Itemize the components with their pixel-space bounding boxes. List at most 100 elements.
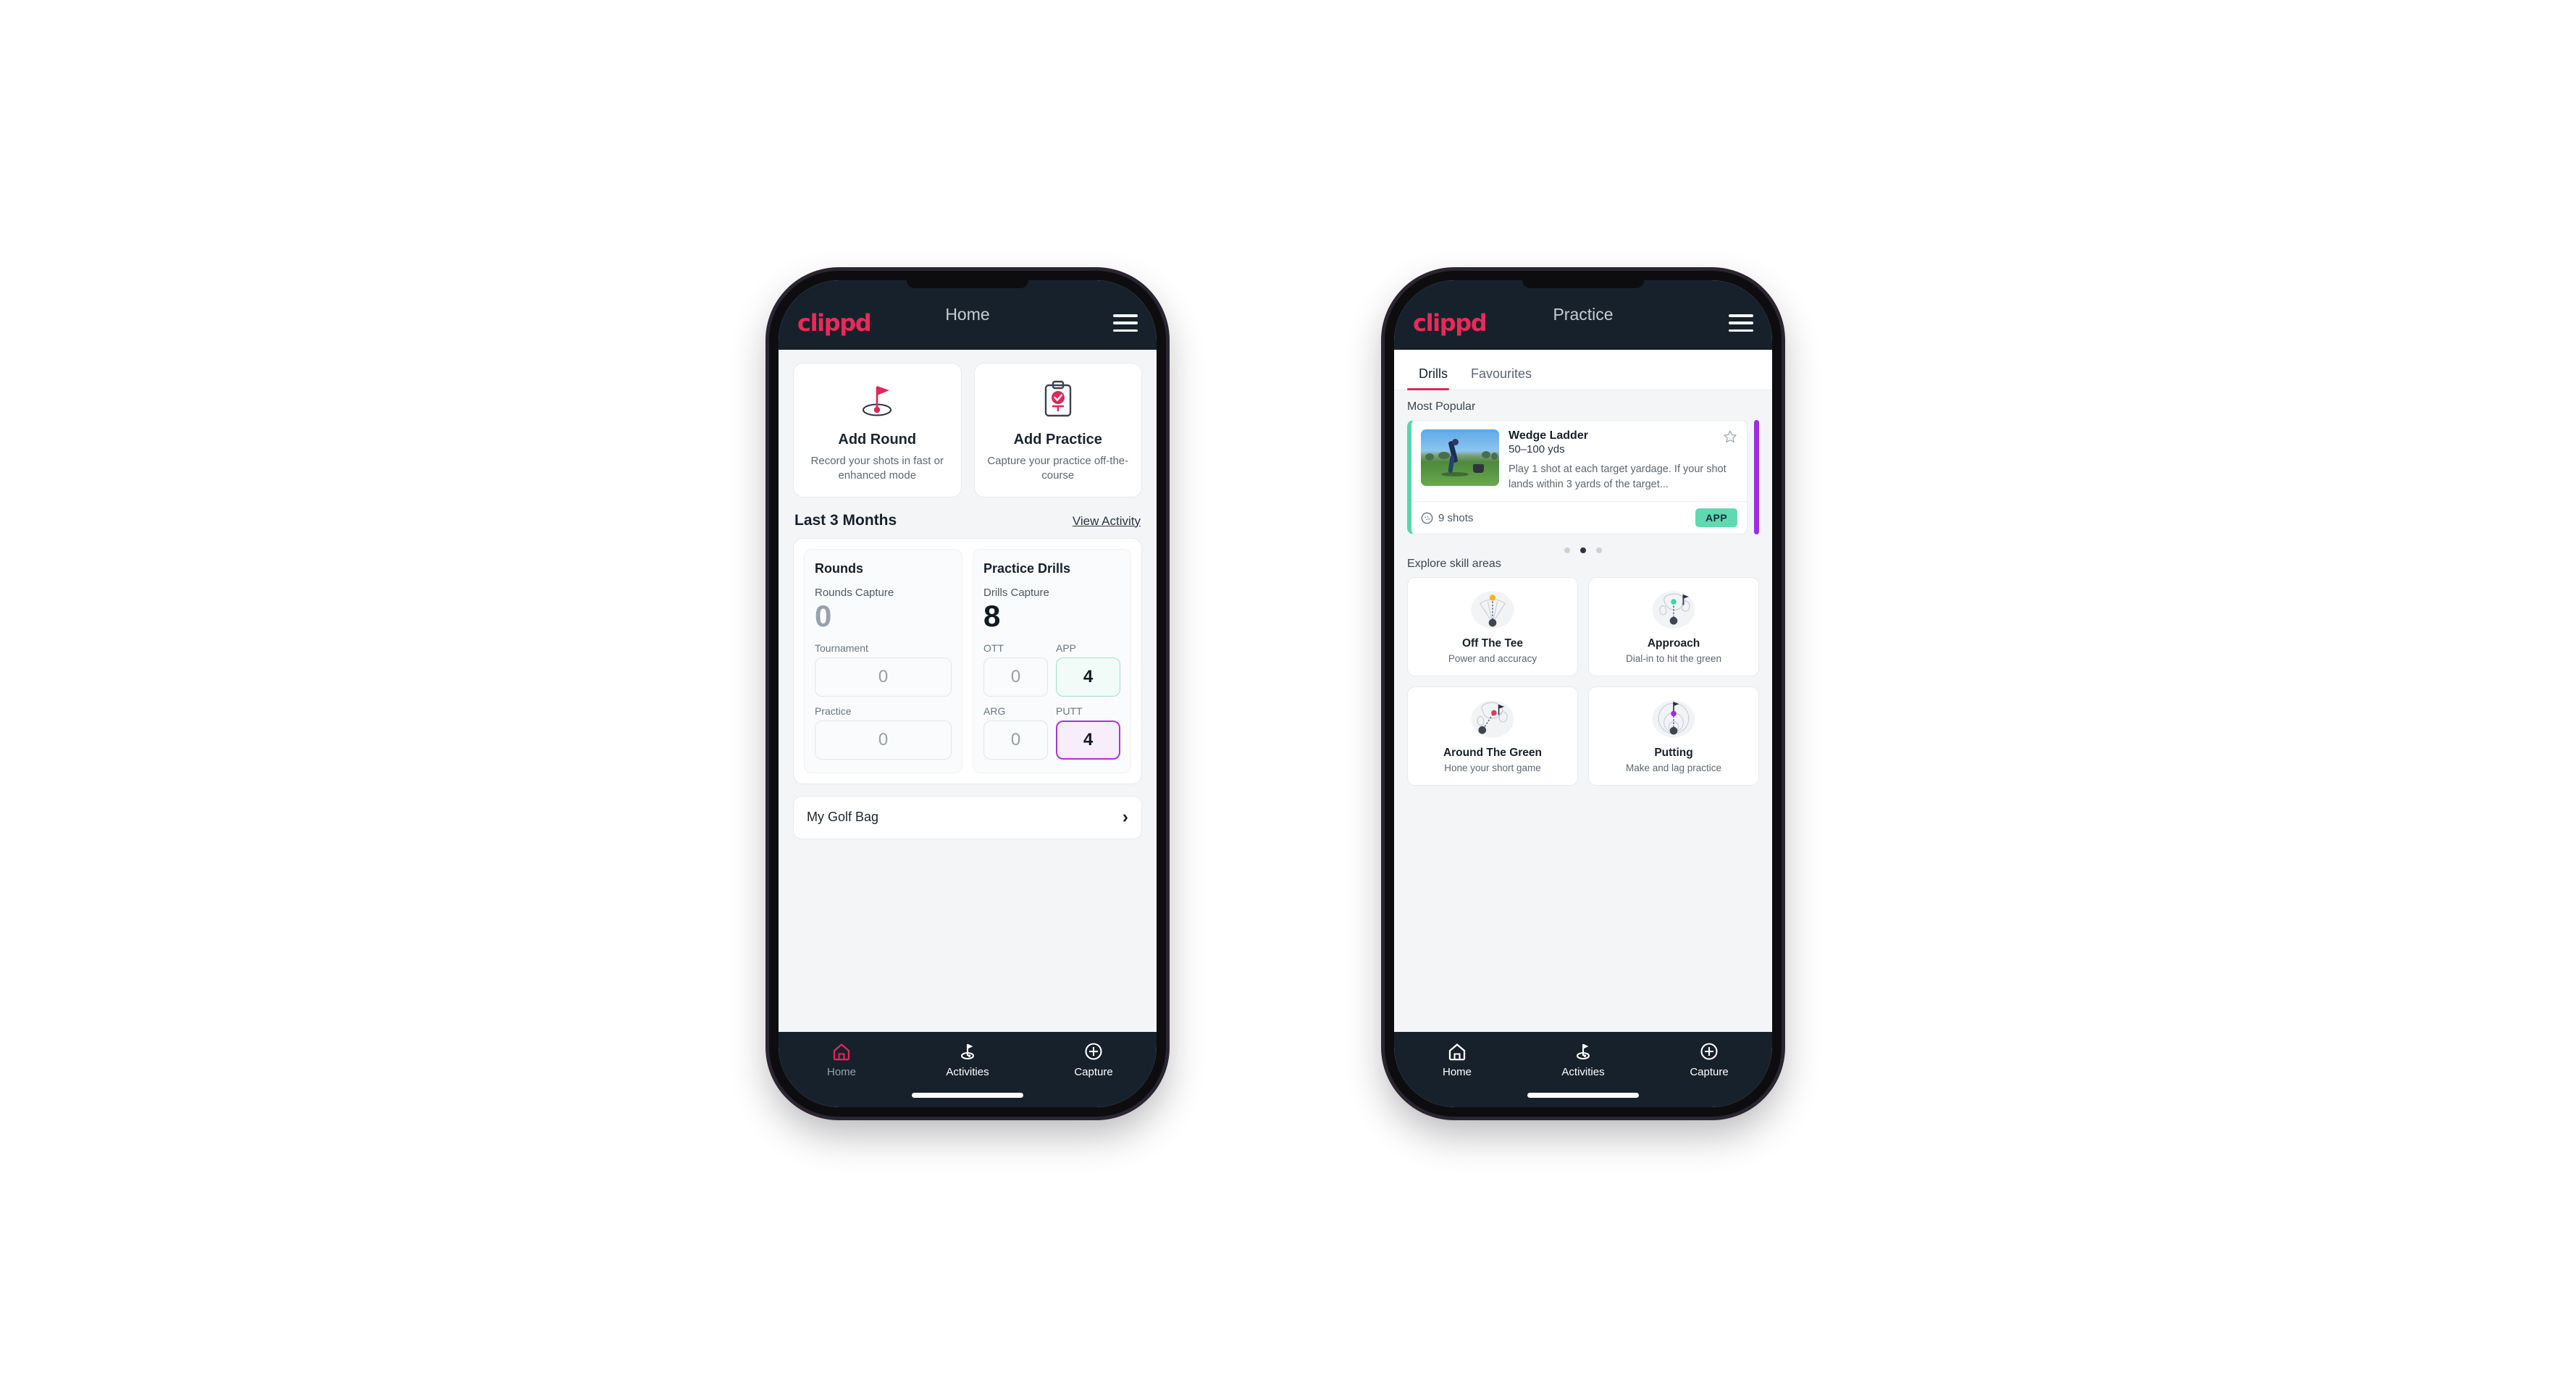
drill-shots: 9 shots xyxy=(1421,512,1473,524)
last-3-months-header: Last 3 Months View Activity xyxy=(779,497,1157,538)
app-value[interactable]: 4 xyxy=(1056,657,1120,697)
chip-green-icon xyxy=(1471,700,1514,738)
home-bottom-nav: Home Activities Capture xyxy=(779,1032,1157,1107)
nav-item-home[interactable]: Home xyxy=(779,1042,905,1078)
home-icon xyxy=(833,1043,850,1061)
add-round-subtitle: Record your shots in fast or enhanced mo… xyxy=(810,455,944,482)
view-activity-link[interactable]: View Activity xyxy=(1073,514,1141,529)
practice-bottom-nav: Home Activities Capture xyxy=(1394,1032,1772,1107)
clipboard-check-icon xyxy=(1040,378,1076,421)
nav-item-capture[interactable]: Capture xyxy=(1646,1042,1772,1078)
drill-shots-label: 9 shots xyxy=(1438,511,1474,524)
star-outline-icon[interactable] xyxy=(1723,429,1737,444)
app-label: APP xyxy=(1056,642,1077,654)
carousel-dots xyxy=(1407,534,1759,558)
add-round-title: Add Round xyxy=(838,432,917,448)
hamburger-icon[interactable] xyxy=(1729,314,1753,332)
golf-flag-icon xyxy=(1577,1043,1590,1059)
home-content: Add Round Record your shots in fast or e… xyxy=(779,350,1157,1032)
drill-carousel: Wedge Ladder 50–100 yds Play 1 shot at e… xyxy=(1407,420,1759,535)
putt-value[interactable]: 4 xyxy=(1056,720,1120,760)
skill-sub-off-the-tee: Power and accuracy xyxy=(1448,653,1537,665)
golf-ball-icon xyxy=(1421,512,1433,524)
practice-appbar: clippd Practice xyxy=(1394,280,1772,350)
nav-item-home[interactable]: Home xyxy=(1394,1042,1520,1078)
tee-shot-icon xyxy=(1471,591,1514,629)
tournament-label: Tournament xyxy=(815,642,868,654)
nav-item-activities[interactable]: Activities xyxy=(1520,1042,1646,1078)
drill-card-wedge-ladder[interactable]: Wedge Ladder 50–100 yds Play 1 shot at e… xyxy=(1407,420,1748,535)
most-popular-heading: Most Popular xyxy=(1407,400,1476,413)
skill-sub-putting: Make and lag practice xyxy=(1625,763,1722,774)
home-appbar: clippd Home xyxy=(779,280,1157,350)
drills-heading: Practice Drills xyxy=(983,560,1071,576)
carousel-dot-1[interactable] xyxy=(1564,547,1570,554)
rounds-capture-label: Rounds Capture xyxy=(815,586,894,599)
explore-skill-areas-heading: Explore skill areas xyxy=(1407,558,1501,571)
skill-name-putting: Putting xyxy=(1654,747,1693,760)
golf-flag-icon xyxy=(857,378,897,421)
chevron-right-icon: › xyxy=(1122,807,1128,828)
nav-label-activities: Activities xyxy=(946,1066,989,1078)
skill-sub-approach: Dial-in to hit the green xyxy=(1625,653,1722,665)
ott-label: OTT xyxy=(983,642,1004,654)
home-indicator xyxy=(1527,1093,1639,1098)
rounds-capture-value: 0 xyxy=(815,598,832,633)
plus-circle-icon xyxy=(1085,1043,1102,1060)
clippd-logo[interactable]: clippd xyxy=(1413,311,1488,335)
skill-card-off-the-tee[interactable]: Off The Tee Power and accuracy xyxy=(1407,577,1578,677)
nav-item-activities[interactable]: Activities xyxy=(905,1042,1031,1078)
ott-value[interactable]: 0 xyxy=(983,657,1048,697)
practice-value[interactable]: 0 xyxy=(815,720,952,760)
skill-name-approach: Approach xyxy=(1647,637,1700,650)
nav-label-home: Home xyxy=(1442,1066,1472,1078)
skill-card-putting[interactable]: Putting Make and lag practice xyxy=(1588,686,1759,786)
drills-capture-label: Drills Capture xyxy=(983,586,1049,599)
add-round-card[interactable]: Add Round Record your shots in fast or e… xyxy=(793,363,962,497)
quick-actions-row: Add Round Record your shots in fast or e… xyxy=(779,350,1157,497)
section-title: Last 3 Months xyxy=(794,511,897,529)
carousel-dot-2[interactable] xyxy=(1580,547,1586,554)
nav-item-capture[interactable]: Capture xyxy=(1031,1042,1157,1078)
tab-drills[interactable]: Drills xyxy=(1407,366,1459,390)
carousel-dot-3[interactable] xyxy=(1596,547,1602,554)
drill-title: Wedge Ladder xyxy=(1509,429,1588,442)
home-icon xyxy=(1448,1043,1466,1061)
nav-label-activities: Activities xyxy=(1561,1066,1605,1078)
skill-card-around-the-green[interactable]: Around The Green Hone your short game xyxy=(1407,686,1578,786)
golf-flag-icon xyxy=(961,1043,974,1059)
practice-content: Most Popular Wedge Ladder 50–100 yds Pla… xyxy=(1394,390,1772,1032)
drill-skill-badge: APP xyxy=(1695,508,1737,528)
rounds-heading: Rounds xyxy=(815,560,863,576)
drills-capture-value: 8 xyxy=(983,598,1001,633)
practice-screen: clippd Practice Drills Favourites Most P… xyxy=(1394,280,1772,1107)
skill-name-around-the-green: Around The Green xyxy=(1443,747,1543,760)
skill-card-approach[interactable]: Approach Dial-in to hit the green xyxy=(1588,577,1759,677)
my-golf-bag-row[interactable]: My Golf Bag › xyxy=(793,795,1142,839)
nav-label-capture: Capture xyxy=(1074,1066,1113,1078)
drill-card-next-peek[interactable] xyxy=(1754,420,1759,535)
device-notch xyxy=(1522,280,1644,288)
nav-label-home: Home xyxy=(826,1066,856,1078)
tournament-value[interactable]: 0 xyxy=(815,657,952,697)
tab-favourites[interactable]: Favourites xyxy=(1459,366,1543,390)
home-indicator xyxy=(912,1093,1023,1098)
phone-device-home: clippd Home Add Round Record your shots … xyxy=(769,271,1166,1117)
practice-drills-panel: Practice Drills Drills Capture 8 OTT 0 A… xyxy=(973,548,1131,773)
clippd-logo[interactable]: clippd xyxy=(797,311,872,335)
putting-rings-icon xyxy=(1652,700,1695,738)
phone-device-practice: clippd Practice Drills Favourites Most P… xyxy=(1385,271,1782,1117)
add-practice-card[interactable]: Add Practice Capture your practice off-t… xyxy=(973,363,1142,497)
nav-label-capture: Capture xyxy=(1690,1066,1729,1078)
arg-value[interactable]: 0 xyxy=(983,720,1048,760)
plus-circle-icon xyxy=(1700,1043,1718,1060)
practice-tabs: Drills Favourites xyxy=(1394,350,1772,390)
hamburger-icon[interactable] xyxy=(1113,314,1138,332)
arg-label: ARG xyxy=(983,705,1006,717)
drill-thumbnail xyxy=(1421,429,1499,486)
drill-description: Play 1 shot at each target yardage. If y… xyxy=(1509,463,1727,490)
putt-label: PUTT xyxy=(1056,705,1083,717)
skill-areas-grid: Off The Tee Power and accuracy Approach … xyxy=(1407,577,1759,786)
drill-yardage: 50–100 yds xyxy=(1509,443,1565,455)
screenshot-canvas: clippd Home Add Round Record your shots … xyxy=(0,0,2576,1386)
